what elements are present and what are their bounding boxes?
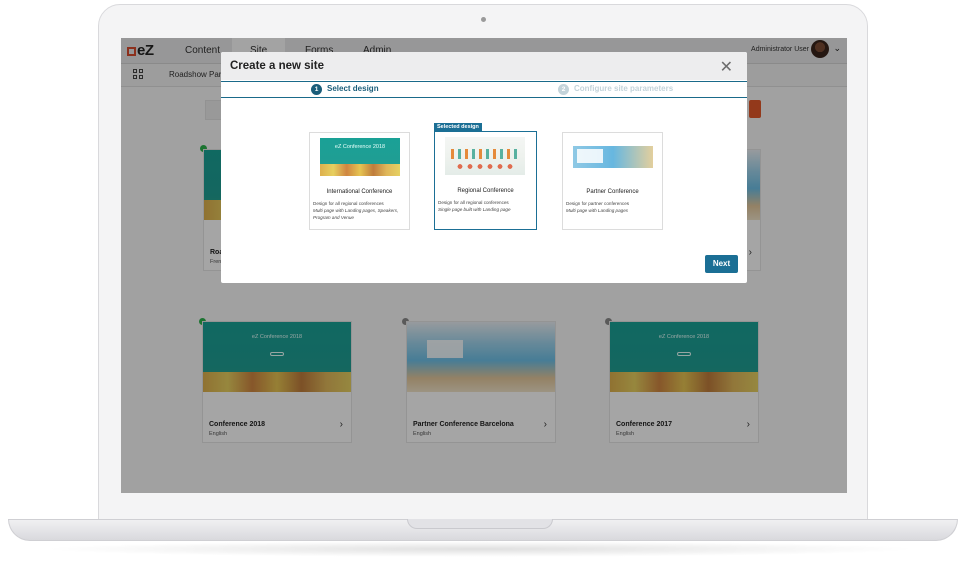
design-option-partner[interactable]: Partner Conference Design for partner co… [562,132,663,230]
design-name: Regional Conference [457,188,514,194]
close-icon[interactable]: ✕ [720,57,733,77]
selected-design-badge: Selected design [434,123,482,131]
dialog-title: Create a new site [230,60,324,72]
step-number: 2 [558,84,569,95]
design-option-regional[interactable]: Regional Conference Design for all regio… [434,131,537,230]
design-description-detail: Single page built with Landing page [438,207,511,212]
design-description: Design for all regional conferences Multi… [313,201,399,220]
laptop-camera [481,17,486,22]
design-description-detail: Multi page with Landing pages [566,208,629,213]
design-name: International Conference [326,189,393,195]
design-name: Partner Conference [586,189,639,195]
next-button[interactable]: Next [705,255,738,273]
design-description: Design for partner conferences Multi page… [566,201,630,213]
app-screen: eZ Content Site Forms Admin Administrato… [121,38,847,493]
step-label: Select design [327,84,379,93]
design-thumbnail: eZ Conference 2018 [320,138,400,176]
create-site-dialog: Create a new site ✕ 1 Select design 2 Conf… [221,52,747,283]
step-select-design[interactable]: 1 Select design [311,84,379,95]
laptop-notch [407,519,553,529]
design-option-international[interactable]: eZ Conference 2018 International Confere… [309,132,410,230]
step-configure-parameters[interactable]: 2 Configure site parameters [558,84,673,95]
laptop-shadow [40,541,920,557]
design-thumbnail [573,138,653,176]
design-description-detail: Multi page with Landing pages, Speakers,… [313,208,399,220]
dialog-header: Create a new site ✕ [221,52,747,80]
thumb-title: eZ Conference 2018 [334,144,386,150]
step-label: Configure site parameters [574,84,674,93]
wizard-steps: 1 Select design 2 Configure site parameter… [221,81,747,98]
step-number: 1 [311,84,322,95]
design-description: Design for all regional conferences Singl… [438,200,511,212]
design-thumbnail [445,137,525,175]
